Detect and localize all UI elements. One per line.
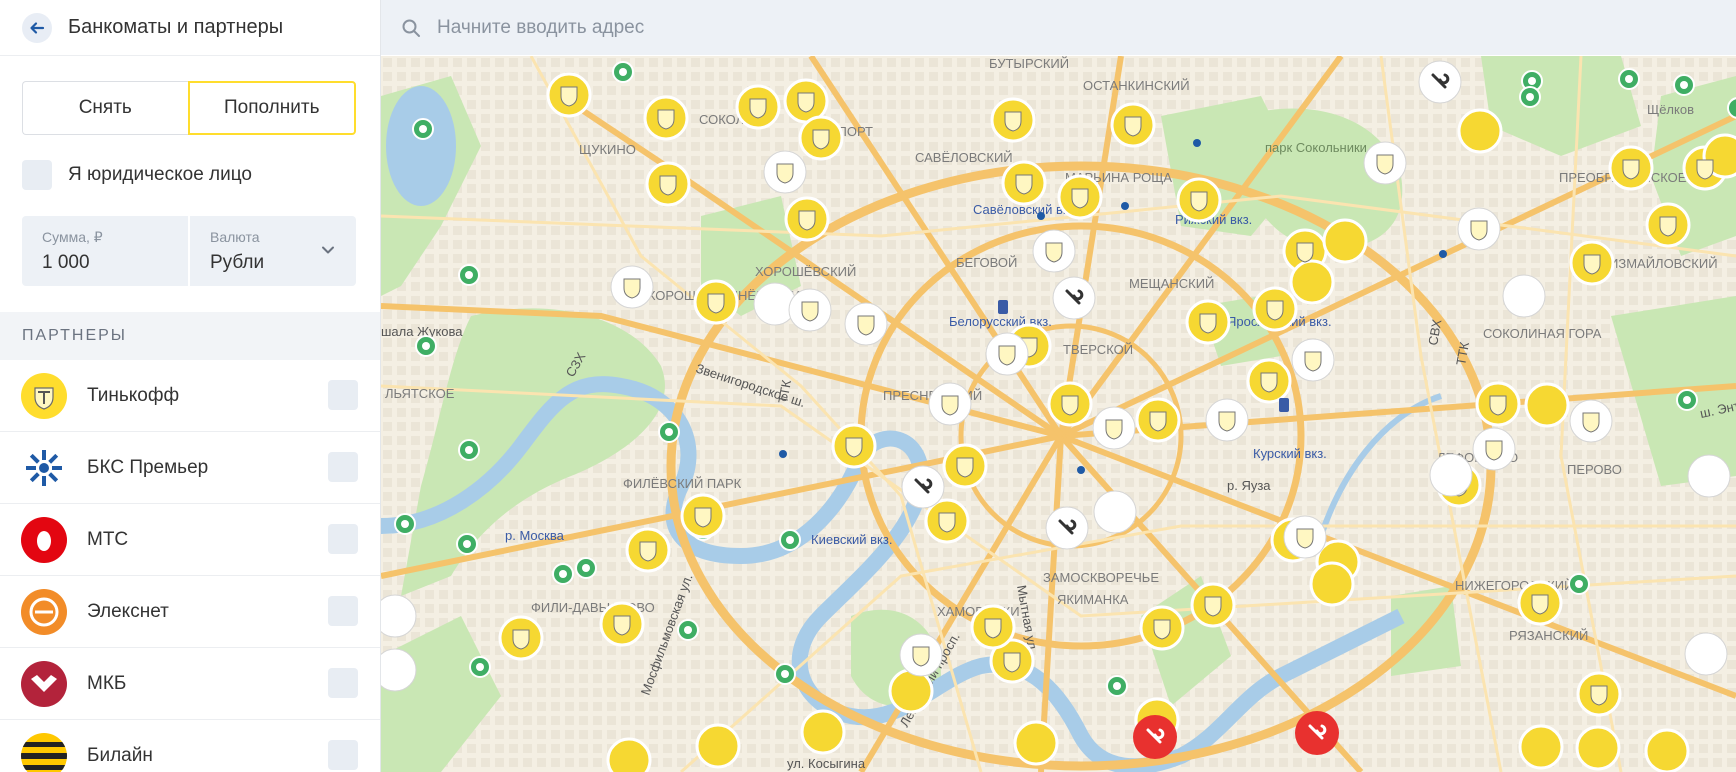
partner-item-mkb[interactable]: МКБ xyxy=(0,648,380,720)
partner-checkbox[interactable] xyxy=(328,380,358,410)
partners-heading-text: ПАРТНЕРЫ xyxy=(22,327,127,344)
map-label: парк Сокольники xyxy=(1265,140,1367,155)
partner-checkbox[interactable] xyxy=(328,740,358,770)
map-label: ЗАМОСКВОРЕЧЬЕ xyxy=(1043,570,1159,585)
partner-item-bks[interactable]: БКС Премьер xyxy=(0,432,380,504)
address-search-input[interactable] xyxy=(435,15,1339,40)
partner-name: Элекснет xyxy=(87,600,169,622)
currency-label: Валюта xyxy=(210,229,260,245)
partner-checkbox[interactable] xyxy=(328,452,358,482)
partner-name: БКС Премьер xyxy=(87,456,209,478)
withdraw-tab[interactable]: Снять xyxy=(22,81,188,135)
partner-item-beeline[interactable]: Билайн xyxy=(0,720,380,772)
deposit-tab[interactable]: Пополнить xyxy=(187,81,356,135)
map-canvas: БУТЫРСКИЙ ОСТАНКИНСКИЙ СОКОЛ ЩУКИНО РОПО… xyxy=(381,56,1736,772)
back-button[interactable] xyxy=(22,12,52,43)
search-icon xyxy=(402,19,420,37)
partner-name: Билайн xyxy=(87,744,153,766)
page-title: Банкоматы и партнеры xyxy=(68,16,284,38)
map-label: Курский вкз. xyxy=(1253,446,1327,461)
legal-entity-row: Я юридическое лицо xyxy=(22,160,252,190)
map-label: ОСТАНКИНСКИЙ xyxy=(1083,78,1190,93)
tinkoff-logo-icon xyxy=(21,372,67,419)
chevron-down-icon xyxy=(322,246,334,254)
arrow-left-icon xyxy=(30,21,45,34)
map-lake xyxy=(386,86,456,206)
map-label: РЯЗАНСКИЙ xyxy=(1509,628,1588,643)
map-label: р. Яуза xyxy=(1227,478,1271,493)
map-label: ул. Косыгина xyxy=(787,756,866,771)
map-label: ЛЬЯТСКОЕ xyxy=(385,386,455,401)
partner-checkbox[interactable] xyxy=(328,524,358,554)
legal-entity-label: Я юридическое лицо xyxy=(68,164,252,185)
partner-item-elecsnet[interactable]: Элекснет xyxy=(0,576,380,648)
address-search-bar xyxy=(381,0,1736,55)
partners-heading: ПАРТНЕРЫ xyxy=(0,312,380,360)
map-label: Щёлков xyxy=(1647,102,1694,117)
map-label: БУТЫРСКИЙ xyxy=(989,56,1069,71)
amount-field[interactable]: Сумма, ₽ 1 000 xyxy=(22,216,188,286)
map-label: ФИЛЁВСКИЙ ПАРК xyxy=(623,476,742,491)
atm-map[interactable]: БУТЫРСКИЙ ОСТАНКИНСКИЙ СОКОЛ ЩУКИНО РОПО… xyxy=(381,56,1736,772)
sidebar-header: Банкоматы и партнеры xyxy=(0,0,380,56)
map-label: СОКОЛИНАЯ ГОРА xyxy=(1483,326,1602,341)
partner-checkbox[interactable] xyxy=(328,596,358,626)
map-label: ЩУКИНО xyxy=(579,142,636,157)
partner-name: МКБ xyxy=(87,672,127,694)
legal-entity-checkbox[interactable] xyxy=(22,160,52,190)
map-label: БЕГОВОЙ xyxy=(956,255,1017,270)
map-label: МЕЩАНСКИЙ xyxy=(1129,276,1214,291)
map-label: ИЗМАЙЛОВСКИЙ xyxy=(1609,256,1718,271)
mts-logo-icon xyxy=(21,516,67,563)
bks-logo-icon xyxy=(21,444,67,491)
map-label: САВЁЛОВСКИЙ xyxy=(915,150,1013,165)
operation-toggle: Снять Пополнить xyxy=(22,81,356,135)
amount-label: Сумма, ₽ xyxy=(42,229,103,245)
partner-list: Тинькофф БКС Премьер МТС Элекснет МКБ Би… xyxy=(0,360,380,772)
sidebar: Банкоматы и партнеры Снять Пополнить Я ю… xyxy=(0,0,381,772)
map-label: ТВЕРСКОЙ xyxy=(1063,342,1133,357)
beeline-logo-icon xyxy=(21,732,67,772)
map-label: ХОРОШЁВСКИЙ xyxy=(755,264,856,279)
currency-value: Рубли xyxy=(210,252,265,273)
partner-checkbox[interactable] xyxy=(328,668,358,698)
currency-select[interactable]: Валюта Рубли xyxy=(190,216,356,286)
partner-name: Тинькофф xyxy=(87,384,180,406)
mkb-logo-icon xyxy=(21,660,67,707)
map-label: р. Москва xyxy=(505,528,565,543)
map-label: ПЕРОВО xyxy=(1567,462,1622,477)
partner-item-mts[interactable]: МТС xyxy=(0,504,380,576)
elecsnet-logo-icon xyxy=(21,588,67,635)
amount-value: 1 000 xyxy=(42,252,90,273)
partner-name: МТС xyxy=(87,528,129,550)
map-label: Киевский вкз. xyxy=(811,532,892,547)
partner-item-tinkoff[interactable]: Тинькофф xyxy=(0,360,380,432)
map-label: ЯКИМАНКА xyxy=(1057,592,1129,607)
